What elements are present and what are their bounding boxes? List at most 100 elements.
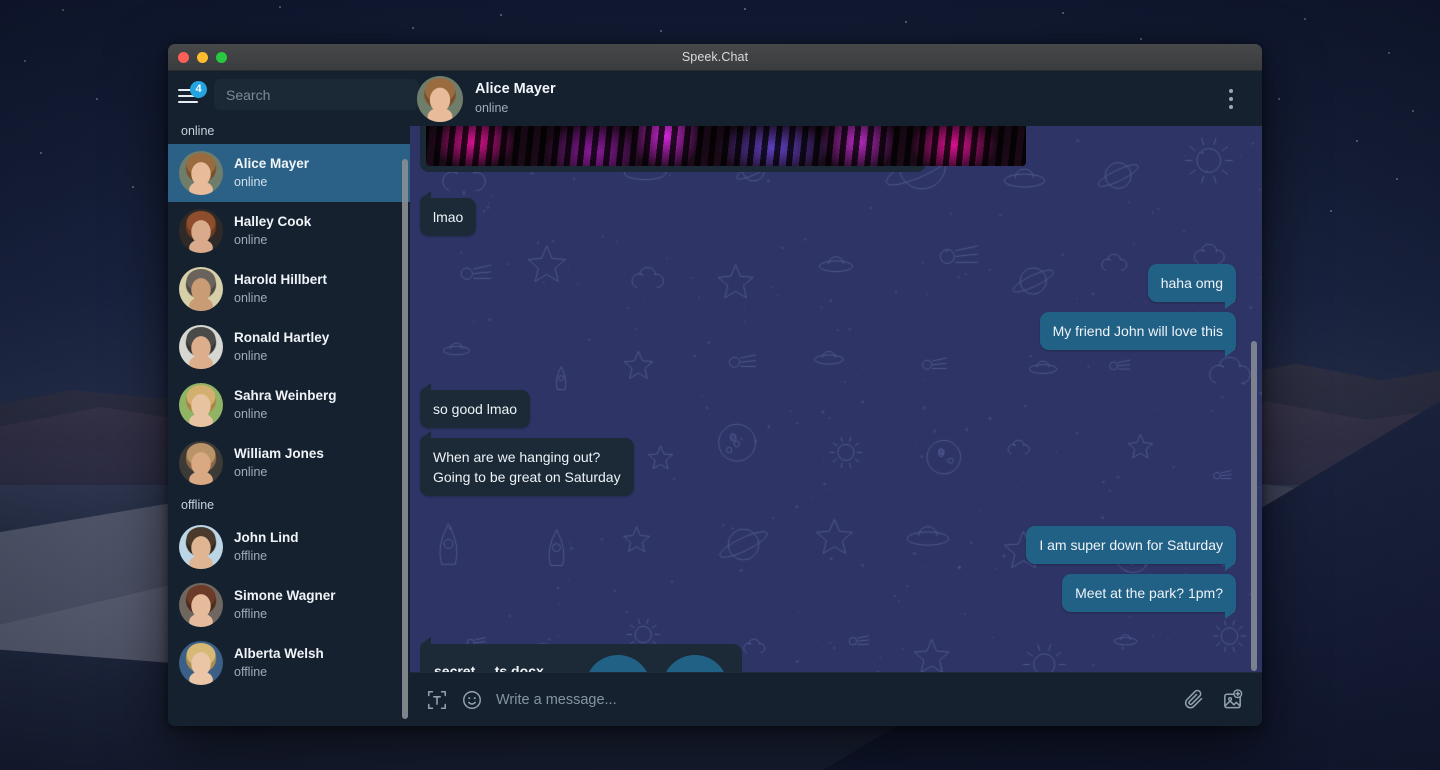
kebab-dot bbox=[1229, 104, 1233, 109]
message-row bbox=[420, 126, 1236, 172]
sidebar-item-sahra-weinberg[interactable]: Sahra Weinberg online bbox=[168, 376, 410, 434]
avatar bbox=[179, 441, 223, 485]
message-bubble-out[interactable]: I am super down for Saturday bbox=[1026, 526, 1236, 572]
app-window: Speek.Chat 4 online Alice Mayer online Hall… bbox=[168, 44, 1262, 726]
star bbox=[660, 30, 662, 32]
chat-scrollbar[interactable] bbox=[1251, 341, 1257, 671]
star bbox=[500, 14, 502, 16]
star bbox=[1356, 140, 1358, 142]
chat-contact-name: Alice Mayer bbox=[475, 81, 556, 98]
message-row: haha omg bbox=[420, 264, 1237, 310]
sidebar-item-simone-wagner[interactable]: Simone Wagner offline bbox=[168, 576, 410, 634]
desktop-wallpaper: Speek.Chat 4 online Alice Mayer online Hall… bbox=[0, 0, 1440, 770]
avatar-image bbox=[179, 325, 223, 369]
avatar-image bbox=[179, 383, 223, 427]
avatar bbox=[179, 325, 223, 369]
chat-contact-status: online bbox=[475, 100, 509, 115]
sidebar-item-william-jones[interactable]: William Jones online bbox=[168, 434, 410, 492]
message-row: Meet at the park? 1pm? bbox=[420, 574, 1236, 620]
reject-file-button[interactable] bbox=[662, 655, 728, 672]
message-row: I am super down for Saturday bbox=[420, 526, 1236, 572]
star bbox=[1062, 12, 1064, 14]
star bbox=[24, 60, 26, 62]
emoji-icon[interactable] bbox=[461, 689, 483, 711]
sidebar-search-row: 4 bbox=[168, 71, 419, 118]
text-format-icon[interactable] bbox=[426, 689, 448, 711]
star bbox=[1396, 178, 1398, 180]
kebab-dot bbox=[1229, 96, 1233, 101]
contact-name: Halley Cook bbox=[234, 214, 312, 230]
add-image-icon[interactable] bbox=[1221, 688, 1244, 711]
file-name: secret_...ts.docx bbox=[434, 662, 544, 672]
message-image[interactable] bbox=[426, 126, 1026, 166]
sidebar: 4 onlineAlice MayeronlineHalley Cookonli… bbox=[168, 71, 419, 726]
star bbox=[412, 27, 414, 29]
message-bubble-in[interactable]: lmao bbox=[420, 190, 477, 237]
message-composer bbox=[410, 672, 1262, 726]
avatar-image bbox=[179, 525, 223, 569]
window-title: Speek.Chat bbox=[681, 50, 749, 64]
star bbox=[1278, 98, 1280, 100]
file-transfer-card: secret_...ts.docxPending bbox=[420, 637, 742, 672]
avatar bbox=[179, 151, 223, 195]
sidebar-item-john-lind[interactable]: John Lind offline bbox=[168, 518, 410, 576]
contact-name: Alberta Welsh bbox=[234, 646, 324, 662]
message-row: My friend John will love this bbox=[420, 312, 1237, 358]
contact-status: online bbox=[234, 406, 268, 421]
window-titlebar: Speek.Chat bbox=[168, 44, 1262, 71]
star bbox=[1388, 52, 1390, 54]
contact-group-label: online bbox=[181, 124, 215, 138]
hamburger-menu-icon[interactable]: 4 bbox=[178, 80, 207, 105]
star bbox=[279, 6, 281, 8]
sidebar-item-alice-mayer[interactable]: Alice Mayer online bbox=[168, 144, 410, 202]
avatar bbox=[417, 75, 463, 122]
sidebar-item-harold-hillbert[interactable]: Harold Hillbert online bbox=[168, 260, 410, 318]
contact-status: offline bbox=[234, 606, 268, 621]
star bbox=[96, 98, 98, 100]
message-bubble-in[interactable]: so good lmao bbox=[420, 383, 531, 429]
contact-name: Harold Hillbert bbox=[234, 272, 328, 288]
accept-file-button[interactable] bbox=[585, 655, 651, 672]
contact-status: online bbox=[234, 348, 268, 363]
paperclip-icon[interactable] bbox=[1182, 688, 1205, 711]
star bbox=[40, 152, 42, 154]
contact-name: William Jones bbox=[234, 446, 324, 462]
star bbox=[1140, 38, 1142, 40]
message-bubble-in[interactable]: When are we hanging out? Going to be grea… bbox=[420, 431, 634, 497]
star bbox=[62, 9, 64, 11]
contact-status: offline bbox=[234, 548, 268, 563]
image-message-bubble[interactable] bbox=[420, 126, 1026, 172]
star bbox=[1412, 110, 1414, 112]
avatar bbox=[179, 267, 223, 311]
file-info: secret_...ts.docxPending bbox=[434, 663, 574, 672]
unread-badge: 4 bbox=[190, 80, 207, 98]
avatar bbox=[179, 525, 223, 569]
kebab-menu-icon[interactable] bbox=[1220, 83, 1242, 115]
kebab-dot bbox=[1229, 88, 1233, 93]
message-bubble-out[interactable]: My friend John will love this bbox=[1039, 312, 1237, 358]
contact-name: Ronald Hartley bbox=[234, 330, 330, 346]
contact-list[interactable]: online Alice Mayer online Halley Cook online… bbox=[168, 118, 410, 726]
contact-status: online bbox=[234, 174, 268, 189]
contact-name: Alice Mayer bbox=[234, 156, 310, 172]
message-list[interactable]: lmao haha omg My friend John will love thi… bbox=[410, 126, 1262, 672]
star bbox=[744, 8, 746, 10]
message-row: secret_...ts.docxPending bbox=[420, 637, 1236, 672]
search-input[interactable] bbox=[214, 79, 419, 110]
message-input[interactable] bbox=[496, 691, 1169, 708]
contact-name: John Lind bbox=[234, 530, 299, 546]
avatar-image bbox=[179, 583, 223, 627]
message-bubble-out[interactable]: Meet at the park? 1pm? bbox=[1062, 574, 1236, 620]
star bbox=[132, 186, 134, 188]
sidebar-item-alberta-welsh[interactable]: Alberta Welsh offline bbox=[168, 634, 410, 692]
avatar bbox=[179, 209, 223, 253]
chat-header: Alice Mayer online bbox=[410, 71, 1262, 126]
avatar bbox=[179, 641, 223, 685]
avatar-image bbox=[179, 267, 223, 311]
sidebar-scrollbar[interactable] bbox=[402, 159, 408, 719]
sidebar-item-ronald-hartley[interactable]: Ronald Hartley online bbox=[168, 318, 410, 376]
sidebar-item-halley-cook[interactable]: Halley Cook online bbox=[168, 202, 410, 260]
message-bubble-out[interactable]: haha omg bbox=[1147, 264, 1237, 310]
message-row: lmao bbox=[420, 190, 1236, 237]
contact-status: offline bbox=[234, 664, 268, 679]
